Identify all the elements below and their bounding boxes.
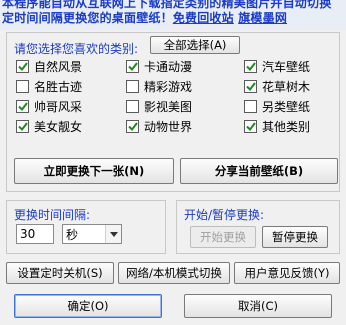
chevron-down-icon[interactable] [105,225,121,243]
category-checkbox-item[interactable]: 另类壁纸 [244,98,310,115]
interval-unit-select[interactable]: 秒 [62,224,122,244]
category-checkbox-item[interactable]: 帅哥风采 [16,98,82,115]
start-change-button[interactable]: 开始更换 [190,226,256,248]
category-checkbox-label: 名胜古迹 [34,80,83,94]
banner-line-2-text: 定时间间隔更换您的桌面壁纸！ [2,11,173,25]
category-checkbox-item[interactable]: 汽车壁纸 [244,58,310,75]
checkbox-checked-icon[interactable] [244,80,257,93]
category-checkbox-item[interactable]: 美女靓女 [16,118,82,135]
cancel-button[interactable]: 取消(C) [184,294,332,318]
checkbox-checked-icon[interactable] [16,100,29,113]
category-title: 请您选择您喜欢的类别: [14,42,139,56]
category-checkbox-label: 帅哥风采 [34,100,83,114]
category-checkbox-label: 自然风景 [34,60,83,74]
category-checkbox-label: 动物世界 [144,120,193,134]
checkbox-checked-icon[interactable] [126,60,139,73]
category-checkbox-item[interactable]: 动物世界 [126,118,192,135]
checkbox-checked-icon[interactable] [126,120,139,133]
category-checkbox-label: 精彩游戏 [144,80,193,94]
checkbox-unchecked-icon[interactable] [126,80,139,93]
category-checkbox-label: 影视美图 [144,100,193,114]
category-checkbox-label: 其他类别 [262,120,311,134]
category-checkbox-label: 另类壁纸 [262,100,311,114]
change-now-button[interactable]: 立即更换下一张(N) [14,158,174,184]
category-checkbox-item[interactable]: 名胜古迹 [16,78,82,95]
ok-button[interactable]: 确定(O) [14,294,162,318]
checkbox-unchecked-icon[interactable] [126,100,139,113]
category-checkbox-label: 花草树木 [262,80,311,94]
feedback-button[interactable]: 用户意见反馈(Y) [234,262,340,284]
site-link[interactable]: 旗模墨网 [238,11,287,25]
interval-title: 更换时间间隔: [14,208,91,222]
banner-text: 本程序能自动从互联网上下载指定类别的精美图片并自动切换 定时间间隔更换您的桌面壁… [2,0,346,26]
category-checkbox-item[interactable]: 花草树木 [244,78,310,95]
toggle-title: 开始/暂停更换: [184,208,265,222]
category-checkbox-item[interactable]: 其他类别 [244,118,310,135]
checkbox-unchecked-icon[interactable] [16,80,29,93]
checkbox-checked-icon[interactable] [244,120,257,133]
category-checkbox-label: 汽车壁纸 [262,60,311,74]
select-all-button[interactable]: 全部选择(A) [150,36,240,54]
banner-line-2: 定时间间隔更换您的桌面壁纸！免费回收站 旗模墨网 [2,11,346,26]
category-checkbox-item[interactable]: 精彩游戏 [126,78,192,95]
category-checkbox-item[interactable]: 卡通动漫 [126,58,192,75]
info-banner: 本程序能自动从互联网上下载指定类别的精美图片并自动切换 定时间间隔更换您的桌面壁… [0,0,346,30]
banner-line-1: 本程序能自动从互联网上下载指定类别的精美图片并自动切换 [2,0,332,10]
checkbox-checked-icon[interactable] [16,120,29,133]
network-mode-button[interactable]: 网络/本机模式切换 [118,262,230,284]
recycle-bin-link[interactable]: 免费回收站 [173,11,234,25]
interval-value-input[interactable]: 30 [16,224,54,244]
category-checkbox-label: 美女靓女 [34,120,83,134]
category-checkbox-label: 卡通动漫 [144,60,193,74]
checkbox-unchecked-icon[interactable] [244,100,257,113]
category-checkbox-item[interactable]: 自然风景 [16,58,82,75]
interval-unit-value: 秒 [66,227,79,242]
pause-change-button[interactable]: 暂停更换 [262,226,328,248]
checkbox-checked-icon[interactable] [16,60,29,73]
category-checkbox-item[interactable]: 影视美图 [126,98,192,115]
checkbox-checked-icon[interactable] [244,60,257,73]
share-wallpaper-button[interactable]: 分享当前壁纸(B) [180,158,338,184]
timer-shutdown-button[interactable]: 设置定时关机(S) [6,262,114,284]
